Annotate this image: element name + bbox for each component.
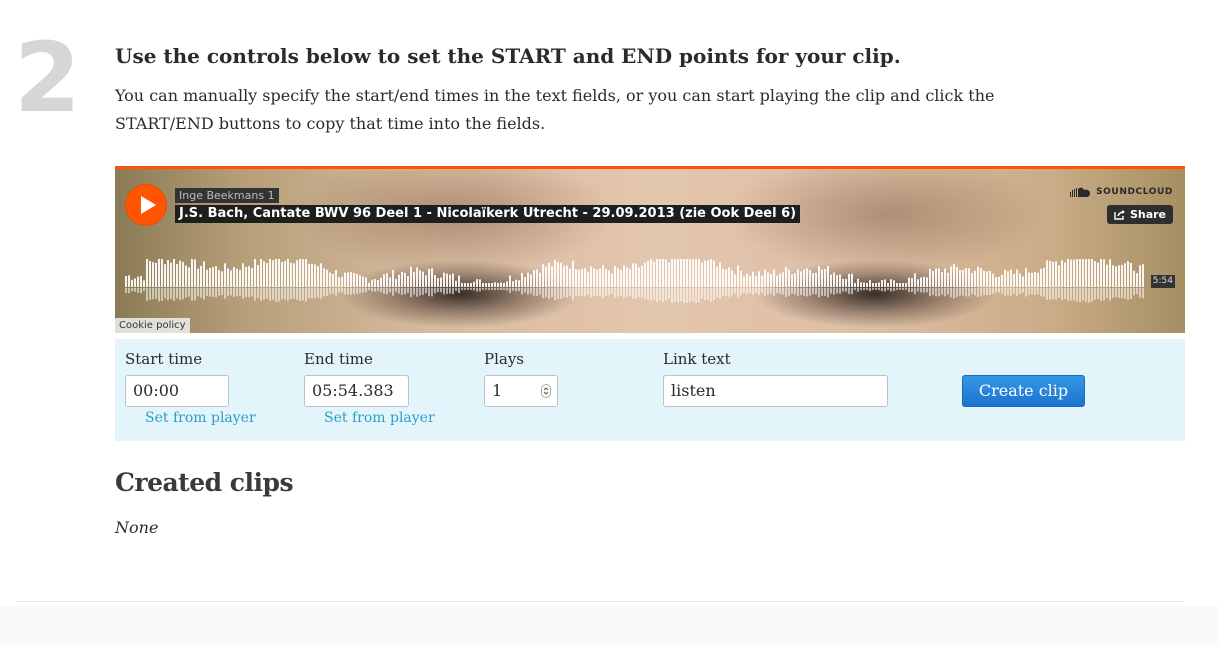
end-time-label: End time xyxy=(304,350,373,368)
start-time-input[interactable]: 00:00 xyxy=(125,375,229,407)
share-button[interactable]: Share xyxy=(1106,205,1173,224)
track-title[interactable]: J.S. Bach, Cantate BWV 96 Deel 1 - Nicol… xyxy=(175,205,801,223)
clip-controls-panel: Start time 00:00 Set from player End tim… xyxy=(115,339,1185,441)
stepper-icon[interactable] xyxy=(541,384,551,398)
end-set-from-player-link[interactable]: Set from player xyxy=(324,409,435,427)
end-time-group: End time xyxy=(304,349,373,369)
soundcloud-wordmark: SOUNDCLOUD xyxy=(1096,187,1173,197)
soundcloud-logo[interactable]: SOUNDCLOUD xyxy=(1070,187,1173,197)
cookie-policy-link[interactable]: Cookie policy xyxy=(115,318,190,333)
instructions-line-2: START/END buttons to copy that time into… xyxy=(115,114,546,133)
link-text-label: Link text xyxy=(663,350,731,368)
play-button[interactable] xyxy=(125,184,167,226)
plays-group: Plays xyxy=(484,349,524,369)
instructions-line-1: You can manually specify the start/end t… xyxy=(115,86,995,105)
instructions-heading: Use the controls below to set the START … xyxy=(115,44,901,68)
footer xyxy=(0,606,1218,645)
soundcloud-player[interactable]: Inge Beekmans 1 J.S. Bach, Cantate BWV 9… xyxy=(115,166,1185,333)
start-time-label: Start time xyxy=(125,350,203,368)
instructions-text: You can manually specify the start/end t… xyxy=(115,82,1115,138)
link-text-input[interactable]: listen xyxy=(663,375,888,407)
plays-value: 1 xyxy=(492,381,503,400)
waveform[interactable] xyxy=(125,259,1155,303)
link-text-group: Link text xyxy=(663,349,731,369)
artist-name[interactable]: Inge Beekmans 1 xyxy=(175,188,279,203)
divider xyxy=(15,601,1185,602)
created-clips-empty: None xyxy=(115,518,159,537)
start-set-from-player-link[interactable]: Set from player xyxy=(145,409,256,427)
create-clip-button[interactable]: Create clip xyxy=(962,375,1085,407)
share-label: Share xyxy=(1129,208,1166,221)
track-duration: 5:54 xyxy=(1150,275,1175,288)
end-time-input[interactable]: 05:54.383 xyxy=(304,375,409,407)
plays-label: Plays xyxy=(484,350,525,368)
soundcloud-icon xyxy=(1070,187,1091,197)
play-icon xyxy=(141,196,156,214)
plays-input[interactable]: 1 xyxy=(484,375,558,407)
created-clips-heading: Created clips xyxy=(115,468,294,497)
share-icon xyxy=(1114,210,1125,220)
step-number: 2 xyxy=(14,22,81,134)
start-time-group: Start time xyxy=(125,349,202,369)
